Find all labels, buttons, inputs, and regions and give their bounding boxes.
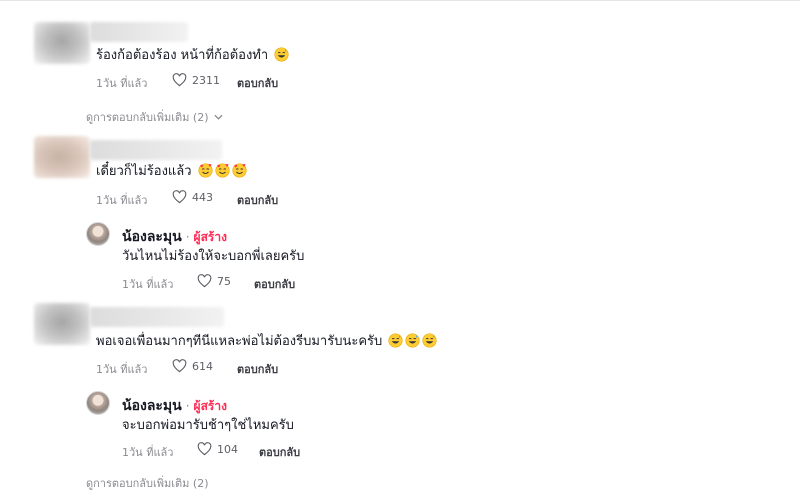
grinning-sweat-face-emoji (422, 333, 437, 348)
heart-outline-icon (172, 73, 187, 87)
comment-text: เดี๋ยวก็ไม่ร้องแล้ว (96, 163, 247, 181)
smiling-face-with-hearts-emoji (198, 163, 213, 178)
view-more-replies-label: ดูการตอบกลับเพิ่มเติม (2) (86, 111, 209, 124)
reply-author-line: น้องละมุน · ผู้สร้าง (122, 226, 227, 248)
heart-outline-icon (197, 274, 212, 288)
comment-text: พอเจอเพื่อนมากๆทีนีแหละพ่อไม่ต้องรีบมารั… (96, 333, 437, 351)
creator-badge: ผู้สร้าง (193, 229, 227, 244)
reply-button[interactable]: ตอบกลับ (237, 360, 278, 378)
like-count: 104 (217, 442, 238, 456)
grinning-sweat-face-emoji (274, 47, 289, 62)
heart-outline-icon (172, 190, 187, 204)
reply-author-line: น้องละมุน · ผู้สร้าง (122, 395, 227, 417)
grinning-sweat-face-emoji (388, 333, 403, 348)
reply-button[interactable]: ตอบกลับ (237, 74, 278, 92)
reply-text: จะบอกพ่อมารับช้าๆใช่ไหมครับ (122, 418, 294, 433)
comment-text-content: ร้องก้อต้องร้อง หน้าที่ก้อต้องทำ (96, 48, 269, 63)
view-more-replies[interactable]: ดูการตอบกลับเพิ่มเติม (2) (86, 474, 209, 492)
reply-time: 1วัน ที่แล้ว (122, 446, 174, 459)
comment-time: 1วัน ที่แล้ว (96, 363, 148, 376)
heart-outline-icon (197, 442, 212, 456)
creator-badge: ผู้สร้าง (193, 398, 227, 413)
like-count: 75 (217, 274, 231, 288)
top-divider (0, 0, 800, 1)
like-button[interactable]: 443 (172, 190, 213, 204)
reply-button[interactable]: ตอบกลับ (237, 191, 278, 209)
reply-time: 1วัน ที่แล้ว (122, 278, 174, 291)
smiling-face-with-hearts-emoji (215, 163, 230, 178)
creator-avatar[interactable] (86, 222, 110, 246)
comment-time: 1วัน ที่แล้ว (96, 77, 148, 90)
reply-author-name[interactable]: น้องละมุน (122, 226, 182, 248)
commenter-avatar-blurred[interactable] (34, 22, 90, 64)
comment-time: 1วัน ที่แล้ว (96, 194, 148, 207)
comment-text-content: เดี๋ยวก็ไม่ร้องแล้ว (96, 164, 192, 179)
like-count: 443 (192, 190, 213, 204)
like-button[interactable]: 2311 (172, 73, 220, 87)
separator-dot: · (185, 399, 190, 413)
chevron-down-icon (213, 114, 223, 120)
reply-text: วันไหนไม่ร้องให้จะบอกพี่เลยครับ (122, 249, 305, 264)
comment-text: ร้องก้อต้องร้อง หน้าที่ก้อต้องทำ (96, 47, 289, 65)
commenter-avatar-blurred[interactable] (34, 303, 90, 345)
commenter-avatar-blurred[interactable] (34, 136, 90, 178)
like-count: 2311 (192, 73, 220, 87)
commenter-name-blurred[interactable] (90, 307, 224, 327)
like-button[interactable]: 614 (172, 359, 213, 373)
commenter-name-blurred[interactable] (90, 22, 188, 42)
comment-text-content: พอเจอเพื่อนมากๆทีนีแหละพ่อไม่ต้องรีบมารั… (96, 334, 383, 349)
reply-button[interactable]: ตอบกลับ (259, 443, 300, 461)
view-more-replies[interactable]: ดูการตอบกลับเพิ่มเติม (2) (86, 108, 223, 126)
separator-dot: · (185, 230, 190, 244)
like-button[interactable]: 75 (197, 274, 231, 288)
smiling-face-with-hearts-emoji (232, 163, 247, 178)
grinning-sweat-face-emoji (405, 333, 420, 348)
commenter-name-blurred[interactable] (90, 140, 222, 160)
reply-author-name[interactable]: น้องละมุน (122, 395, 182, 417)
reply-button[interactable]: ตอบกลับ (254, 275, 295, 293)
creator-avatar[interactable] (86, 391, 110, 415)
like-count: 614 (192, 359, 213, 373)
heart-outline-icon (172, 359, 187, 373)
like-button[interactable]: 104 (197, 442, 238, 456)
